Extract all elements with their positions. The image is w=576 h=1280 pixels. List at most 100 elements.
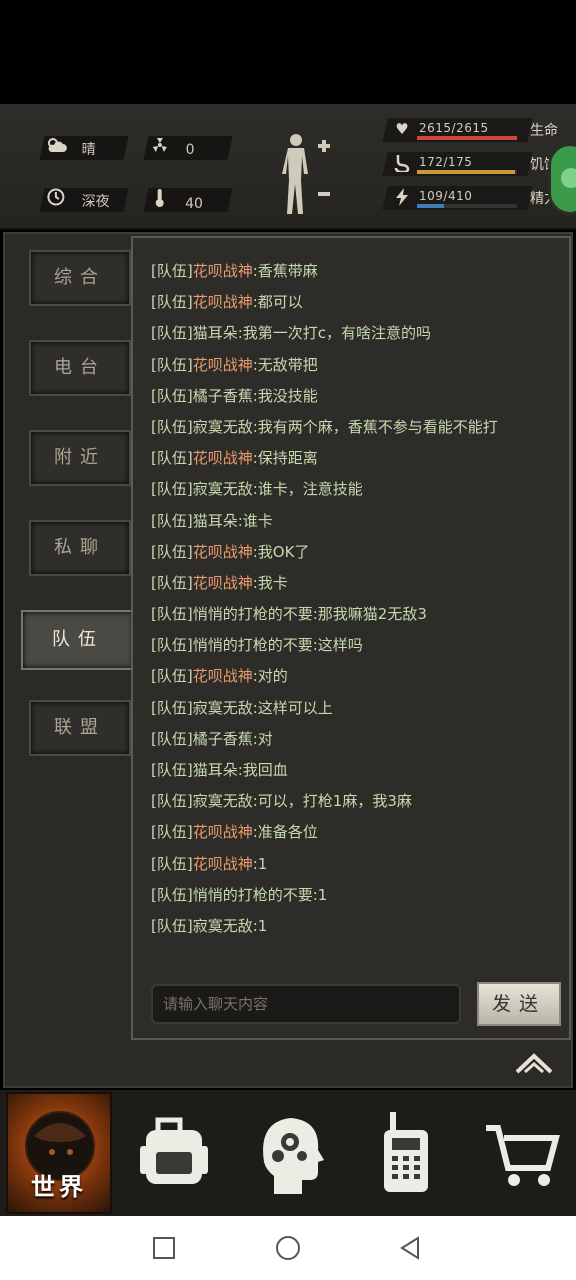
message-channel: [队伍] <box>151 667 193 686</box>
message-sender[interactable]: 猫耳朵 <box>193 512 238 530</box>
chat-panel: 综合 电台 附近 私聊 队伍 联盟 [队伍]花呗战神:香蕉带麻 [队伍]花呗战神… <box>3 232 573 1088</box>
chat-input[interactable] <box>153 986 459 1022</box>
nav-backpack[interactable] <box>118 1090 230 1216</box>
message-sender[interactable]: 橘子香蕉 <box>193 730 253 748</box>
character-body-icon[interactable] <box>278 132 338 216</box>
message-text: :1 <box>312 885 328 904</box>
message-channel: [队伍] <box>151 355 193 374</box>
message-sender[interactable]: 寂寞无敌 <box>193 792 253 810</box>
chat-message: [队伍]花呗战神:香蕉带麻 <box>133 256 569 287</box>
message-channel: [队伍] <box>151 916 193 935</box>
tab-nearby[interactable]: 附近 <box>29 430 131 486</box>
home-icon[interactable] <box>274 1234 302 1262</box>
message-sender[interactable]: 寂寞无敌 <box>193 917 253 935</box>
back-icon[interactable] <box>396 1234 424 1262</box>
message-text: :谁卡，注意技能 <box>252 480 363 499</box>
message-sender[interactable]: 猫耳朵 <box>193 324 238 342</box>
collapse-chevron-icon[interactable] <box>514 1046 554 1076</box>
message-sender[interactable]: 猫耳朵 <box>193 761 238 779</box>
tab-private[interactable]: 私聊 <box>29 520 131 576</box>
message-sender[interactable]: 悄悄的打枪的不要 <box>193 886 313 904</box>
tab-general[interactable]: 综合 <box>29 250 131 306</box>
message-sender[interactable]: 寂寞无敌 <box>193 699 253 717</box>
message-sender[interactable]: 花呗战神 <box>193 667 253 685</box>
message-text: :我卡 <box>252 573 288 592</box>
message-channel: [队伍] <box>151 854 193 873</box>
nav-shop[interactable] <box>466 1090 576 1216</box>
shopping-cart-icon <box>486 1125 560 1186</box>
thermometer-icon <box>146 188 174 215</box>
weather-value: 晴 <box>82 142 97 158</box>
message-channel: [队伍] <box>151 417 193 436</box>
chat-message: [队伍]橘子香蕉:我没技能 <box>133 381 569 412</box>
message-sender[interactable]: 悄悄的打枪的不要 <box>193 605 313 623</box>
message-list[interactable]: [队伍]花呗战神:香蕉带麻 [队伍]花呗战神:都可以 [队伍]猫耳朵:我第一次打… <box>133 256 569 976</box>
message-sender[interactable]: 悄悄的打枪的不要 <box>193 636 313 654</box>
message-channel: [队伍] <box>151 605 193 624</box>
heart-icon: ♥ <box>395 120 409 138</box>
health-bar <box>417 136 517 140</box>
message-text: :我OK了 <box>252 542 310 561</box>
message-sender[interactable]: 花呗战神 <box>193 293 253 311</box>
lightning-icon <box>391 188 413 208</box>
message-sender[interactable]: 花呗战神 <box>193 262 253 280</box>
message-sender[interactable]: 花呗战神 <box>193 356 253 374</box>
message-channel: [队伍] <box>151 761 193 779</box>
tab-alliance[interactable]: 联盟 <box>29 700 131 756</box>
health-stat: ♥ 2615/2615 生命 <box>382 118 565 142</box>
message-channel: [队伍] <box>151 729 193 748</box>
radiation-value: 0 <box>186 142 195 158</box>
energy-value: 109/410 <box>419 189 473 203</box>
message-text: :都可以 <box>252 293 303 312</box>
status-header: 晴 0 深夜 40 ♥ 2615/2615 生命 172/175 饥饿 109/… <box>0 104 576 230</box>
chat-message: [队伍]花呗战神:1 <box>133 849 569 880</box>
nav-skills[interactable] <box>234 1090 346 1216</box>
message-text: :那我嘛猫2无敌3 <box>312 605 427 624</box>
bottom-nav: 世界 <box>0 1090 576 1216</box>
message-sender[interactable]: 花呗战神 <box>193 823 253 841</box>
chat-message: [队伍]花呗战神:我OK了 <box>133 537 569 568</box>
temperature-value: 40 <box>185 196 204 212</box>
message-channel: [队伍] <box>151 449 193 468</box>
message-channel: [队伍] <box>151 542 193 561</box>
message-text: :准备各位 <box>252 823 318 842</box>
radiation-icon <box>146 136 174 161</box>
message-sender[interactable]: 橘子香蕉 <box>193 387 253 405</box>
chat-message: [队伍]花呗战神:无敌带把 <box>133 350 569 381</box>
backpack-icon <box>140 1117 208 1184</box>
message-channel: [队伍] <box>151 792 193 811</box>
message-sender[interactable]: 花呗战神 <box>193 855 253 873</box>
tab-radio[interactable]: 电台 <box>29 340 131 396</box>
message-text: :保持距离 <box>252 449 318 468</box>
message-channel: [队伍] <box>151 386 193 405</box>
head-gears-icon <box>263 1118 324 1194</box>
recent-apps-icon[interactable] <box>150 1234 178 1262</box>
message-sender[interactable]: 寂寞无敌 <box>193 418 253 436</box>
tab-team[interactable]: 队伍 <box>21 610 135 670</box>
chat-message: [队伍]花呗战神:对的 <box>133 661 569 692</box>
chat-message: [队伍]橘子香蕉:对 <box>133 724 569 755</box>
send-button[interactable]: 发送 <box>477 982 561 1026</box>
hunger-stat: 172/175 饥饿 <box>382 152 565 176</box>
message-text: :我没技能 <box>252 386 318 405</box>
chat-message: [队伍]花呗战神:保持距离 <box>133 443 569 474</box>
message-sender[interactable]: 寂寞无敌 <box>193 480 253 498</box>
message-sender[interactable]: 花呗战神 <box>193 449 253 467</box>
nav-world[interactable]: 世界 <box>6 1092 112 1214</box>
message-channel: [队伍] <box>151 573 193 592</box>
message-sender[interactable]: 花呗战神 <box>193 574 253 592</box>
chat-message: [队伍]花呗战神:我卡 <box>133 568 569 599</box>
message-channel: [队伍] <box>151 511 193 530</box>
message-text: :这样吗 <box>312 636 363 655</box>
weather-icon <box>42 136 70 161</box>
app-root: 晴 0 深夜 40 ♥ 2615/2615 生命 172/175 饥饿 109/… <box>0 0 576 1280</box>
floating-chat-badge[interactable] <box>548 143 576 215</box>
chat-message: [队伍]寂寞无敌:我有两个麻，香蕉不参与看能不能打 <box>133 412 569 443</box>
chat-message: [队伍]猫耳朵:谁卡 <box>133 506 569 537</box>
message-sender[interactable]: 花呗战神 <box>193 543 253 561</box>
clock-icon <box>42 188 70 213</box>
nav-radio[interactable] <box>350 1090 462 1216</box>
chat-message: [队伍]寂寞无敌:1 <box>133 911 569 942</box>
time-value: 深夜 <box>82 194 111 210</box>
hunger-value: 172/175 <box>419 155 473 169</box>
